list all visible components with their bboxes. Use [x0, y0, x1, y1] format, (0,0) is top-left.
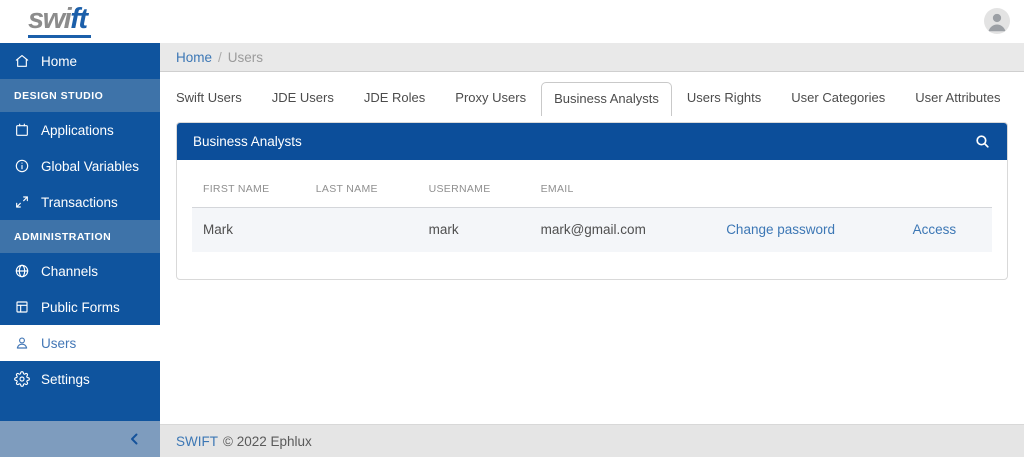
card-title: Business Analysts [193, 134, 302, 149]
table-header-row: FIRST NAME LAST NAME USERNAME EMAIL [192, 160, 992, 208]
sidebar-item-label: Public Forms [41, 299, 120, 315]
sidebar-item-home[interactable]: Home [0, 43, 160, 79]
chevron-left-icon [131, 433, 138, 445]
sidebar-item-public-forms[interactable]: Public Forms [0, 289, 160, 325]
column-header-actions-1 [715, 160, 901, 208]
logo-text-blue: ft [70, 3, 88, 35]
breadcrumb-current: Users [227, 49, 264, 65]
sidebar-item-global-variables[interactable]: Global Variables [0, 148, 160, 184]
sidebar-collapse-button[interactable] [0, 421, 160, 457]
column-header-email: EMAIL [540, 183, 574, 195]
cell-email: mark@gmail.com [529, 207, 716, 252]
person-icon [988, 13, 1006, 32]
cell-change-password: Change password [715, 207, 902, 252]
info-circle-icon [15, 159, 29, 173]
cell-last-name [304, 207, 418, 252]
column-header-last-name: LAST NAME [315, 183, 378, 195]
footer-copyright: © 2022 Ephlux [223, 433, 312, 449]
sidebar-item-label: Home [41, 53, 78, 69]
sidebar-item-applications[interactable]: Applications [0, 112, 160, 148]
user-avatar-button[interactable] [984, 8, 1010, 34]
sidebar-item-channels[interactable]: Channels [0, 253, 160, 289]
sidebar-item-label: Settings [41, 371, 90, 387]
search-button[interactable] [974, 133, 991, 150]
sidebar-section-design-studio: DESIGN STUDIO [0, 79, 160, 112]
cell-access: Access [901, 207, 992, 252]
tab-bar: Swift Users JDE Users JDE Roles Proxy Us… [176, 82, 1008, 116]
tab-swift-users[interactable]: Swift Users [176, 82, 257, 113]
column-header-actions-2 [902, 160, 992, 208]
access-link[interactable]: Access [913, 222, 957, 237]
main-content: Home / Users Swift Users JDE Users JDE R… [160, 43, 1024, 457]
table-row: Mark mark mark@gmail.com Change password… [192, 207, 992, 252]
cell-username: mark [417, 207, 530, 252]
table-wrap: FIRST NAME LAST NAME USERNAME EMAIL Mark [177, 160, 1007, 279]
tab-business-analysts[interactable]: Business Analysts [541, 82, 672, 116]
tab-jde-roles[interactable]: JDE Roles [349, 82, 440, 113]
expand-arrows-icon [16, 196, 28, 208]
breadcrumb-separator: / [218, 49, 222, 65]
sidebar-item-label: Applications [41, 122, 114, 138]
footer-brand-link[interactable]: SWIFT [176, 434, 218, 449]
tab-users-rights[interactable]: Users Rights [672, 82, 776, 113]
business-analysts-card: Business Analysts FIRST NAME LAST NAME U… [176, 122, 1008, 280]
sidebar-item-label: Transactions [41, 194, 118, 210]
sidebar-item-label: Users [41, 335, 77, 351]
app-logo[interactable]: swift [28, 3, 91, 39]
sidebar-item-settings[interactable]: Settings [0, 361, 160, 397]
sidebar-item-users[interactable]: Users [0, 325, 160, 361]
gear-icon [14, 371, 30, 387]
applications-icon [16, 123, 28, 136]
tab-proxy-users[interactable]: Proxy Users [440, 82, 541, 113]
tab-user-attributes[interactable]: User Attributes [900, 82, 1015, 113]
search-icon [976, 135, 989, 148]
column-header-username: USERNAME [428, 183, 491, 195]
tab-jde-users[interactable]: JDE Users [257, 82, 349, 113]
cell-first-name: Mark [192, 207, 305, 252]
column-header-first-name: FIRST NAME [203, 183, 270, 195]
globe-icon [15, 264, 29, 278]
change-password-link[interactable]: Change password [726, 222, 835, 237]
sidebar-section-administration: ADMINISTRATION [0, 220, 160, 253]
sidebar-item-transactions[interactable]: Transactions [0, 184, 160, 220]
business-analysts-table: FIRST NAME LAST NAME USERNAME EMAIL Mark [192, 160, 992, 252]
logo-text-gray: swi [28, 3, 72, 35]
user-icon [16, 337, 28, 349]
tab-user-categories[interactable]: User Categories [776, 82, 900, 113]
top-bar: swift [0, 0, 1024, 43]
breadcrumb-home-link[interactable]: Home [176, 50, 212, 65]
content-area: Swift Users JDE Users JDE Roles Proxy Us… [160, 72, 1024, 424]
form-icon [16, 301, 28, 313]
home-icon [15, 54, 29, 67]
sidebar: Home DESIGN STUDIO Applications Global V… [0, 43, 160, 457]
card-header: Business Analysts [177, 123, 1007, 160]
breadcrumb: Home / Users [160, 43, 1024, 72]
sidebar-item-label: Global Variables [41, 158, 140, 174]
sidebar-item-label: Channels [41, 263, 99, 279]
footer-bar: SWIFT © 2022 Ephlux [160, 424, 1024, 457]
